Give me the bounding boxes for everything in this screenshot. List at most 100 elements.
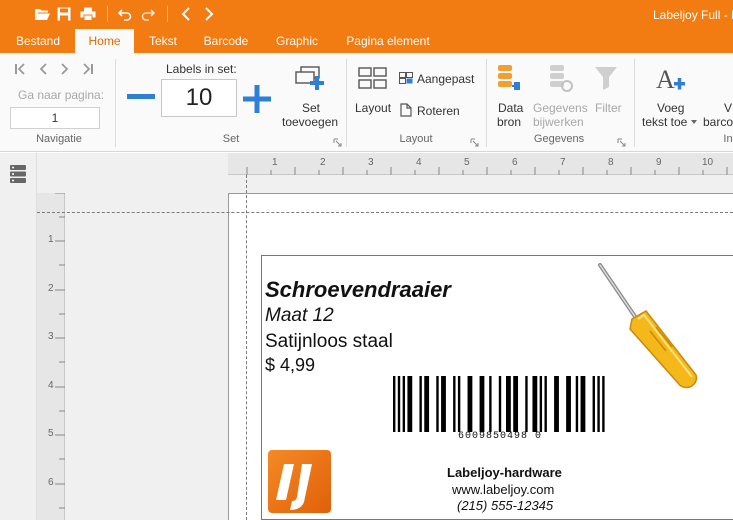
product-name-text[interactable]: Schroevendraaier <box>265 277 451 303</box>
ruler-tick-label: 2 <box>320 157 326 168</box>
last-page-icon[interactable] <box>80 61 96 77</box>
tab-bestand[interactable]: Bestand <box>8 29 68 53</box>
barcode-bar <box>554 376 559 432</box>
save-icon[interactable] <box>54 4 74 24</box>
goto-page-label: Ga naar pagina: <box>18 88 105 102</box>
ruler-tick-label: 4 <box>48 380 54 391</box>
barcode-bar <box>479 376 485 432</box>
redo-icon[interactable] <box>138 4 158 24</box>
previous-page-icon[interactable] <box>35 61 51 77</box>
barcode-bar <box>424 376 430 432</box>
update-data-label-line2[interactable]: bijwerken <box>533 115 584 129</box>
data-source-icon[interactable] <box>495 63 523 95</box>
screwdriver-image[interactable] <box>592 259 702 389</box>
group-label-gegevens: Gegevens <box>533 133 585 145</box>
add-text-icon[interactable]: A <box>653 63 687 95</box>
barcode[interactable]: 6009850498 0 <box>390 376 610 444</box>
data-source-label-line1[interactable]: Data <box>498 101 523 115</box>
ruler-tick-label: 5 <box>464 157 470 168</box>
tab-home[interactable]: Home <box>75 29 134 53</box>
ruler-tick-label: 4 <box>416 157 422 168</box>
filter-icon[interactable] <box>592 63 620 95</box>
update-data-label-line1[interactable]: Gegevens <box>533 101 588 115</box>
ruler-tick-label: 3 <box>48 331 54 342</box>
set-launcher-icon[interactable] <box>333 136 342 147</box>
website-text[interactable]: www.labeljoy.com <box>452 482 554 497</box>
barcode-bar <box>513 376 519 432</box>
separator <box>115 59 116 147</box>
add-set-icon[interactable] <box>293 64 327 94</box>
barcode-bar <box>544 376 547 432</box>
custom-layout-label[interactable]: Aangepast <box>417 72 474 86</box>
next-page-icon[interactable] <box>57 61 73 77</box>
custom-layout-icon[interactable] <box>398 71 414 85</box>
barcode-bar <box>597 376 600 432</box>
barcode-bar <box>506 376 511 432</box>
open-folder-icon[interactable] <box>32 4 52 24</box>
filter-label[interactable]: Filter <box>595 101 622 115</box>
company-name-text[interactable]: Labeljoy-hardware <box>447 465 562 480</box>
add-set-label-line1[interactable]: Set <box>302 101 320 115</box>
ruler-tick-label: 6 <box>512 157 518 168</box>
first-page-icon[interactable] <box>12 61 28 77</box>
barcode-bar <box>592 376 595 432</box>
add-text-label-line2[interactable]: tekst toe <box>642 115 687 129</box>
horizontal-ruler: 1 2 3 4 5 6 7 8 9 10 <box>228 153 733 175</box>
update-data-icon[interactable] <box>547 63 575 95</box>
ruler-tick-label: 6 <box>48 477 54 488</box>
layers-panel-icon[interactable] <box>8 163 28 185</box>
labels-in-set-field[interactable]: 10 <box>161 79 237 117</box>
margin-guide-horizontal <box>37 212 733 213</box>
rotate-label[interactable]: Roteren <box>417 104 460 118</box>
rotate-icon[interactable] <box>398 102 414 118</box>
ruler-tick-label: 5 <box>48 428 54 439</box>
barcode-bar <box>436 376 439 432</box>
increase-labels-icon[interactable] <box>242 84 272 114</box>
layout-button-label[interactable]: Layout <box>355 101 391 115</box>
add-barcode-label-line1[interactable]: V <box>724 101 732 115</box>
tab-barcode[interactable]: Barcode <box>196 29 256 53</box>
goto-page-input[interactable]: 1 <box>10 107 100 129</box>
layout-launcher-icon[interactable] <box>470 136 479 147</box>
ruler-tick-label: 7 <box>560 157 566 168</box>
barcode-bar <box>539 376 543 432</box>
add-text-dropdown-icon[interactable] <box>690 119 698 125</box>
nav-forward-icon[interactable] <box>199 4 219 24</box>
svg-text:A: A <box>656 65 675 94</box>
ruler-tick-label: 1 <box>48 234 54 245</box>
labels-in-set-label: Labels in set: <box>166 62 237 76</box>
size-text[interactable]: Maat 12 <box>265 305 334 327</box>
title-bar: Labeljoy Full - I <box>0 0 733 29</box>
add-barcode-label-line2[interactable]: barco <box>703 115 733 129</box>
print-icon[interactable] <box>78 4 98 24</box>
tab-graphic[interactable]: Graphic <box>268 29 326 53</box>
data-source-label-line2[interactable]: bron <box>497 115 521 129</box>
gegevens-launcher-icon[interactable] <box>617 136 626 147</box>
phone-text[interactable]: (215) 555-12345 <box>457 498 553 513</box>
undo-icon[interactable] <box>115 4 135 24</box>
add-text-label-line1[interactable]: Voeg <box>657 101 684 115</box>
layout-grid-icon[interactable] <box>357 66 389 92</box>
decrease-labels-icon[interactable] <box>126 87 156 107</box>
separator <box>634 59 635 147</box>
labeljoy-logo[interactable] <box>268 450 331 513</box>
material-text[interactable]: Satijnloos staal <box>265 331 393 353</box>
barcode-bar <box>397 376 401 432</box>
barcode-bar <box>419 376 422 432</box>
left-panel <box>0 153 37 520</box>
price-text[interactable]: $ 4,99 <box>265 355 315 376</box>
barcode-bar <box>580 376 586 432</box>
label-canvas[interactable]: Schroevendraaier Maat 12 Satijnloos staa… <box>261 255 733 520</box>
barcode-bar <box>566 376 571 432</box>
add-set-label-line2[interactable]: toevoegen <box>282 115 338 129</box>
separator <box>167 6 168 22</box>
barcode-bar <box>489 376 492 432</box>
barcode-bar <box>457 376 461 432</box>
ruler-tick-label: 1 <box>272 157 278 168</box>
separator <box>107 6 108 22</box>
group-label-layout: Layout <box>399 133 433 145</box>
tab-tekst[interactable]: Tekst <box>140 29 186 53</box>
tab-pagina-element[interactable]: Pagina element <box>338 29 438 53</box>
barcode-bar <box>441 376 446 432</box>
nav-back-icon[interactable] <box>176 4 196 24</box>
